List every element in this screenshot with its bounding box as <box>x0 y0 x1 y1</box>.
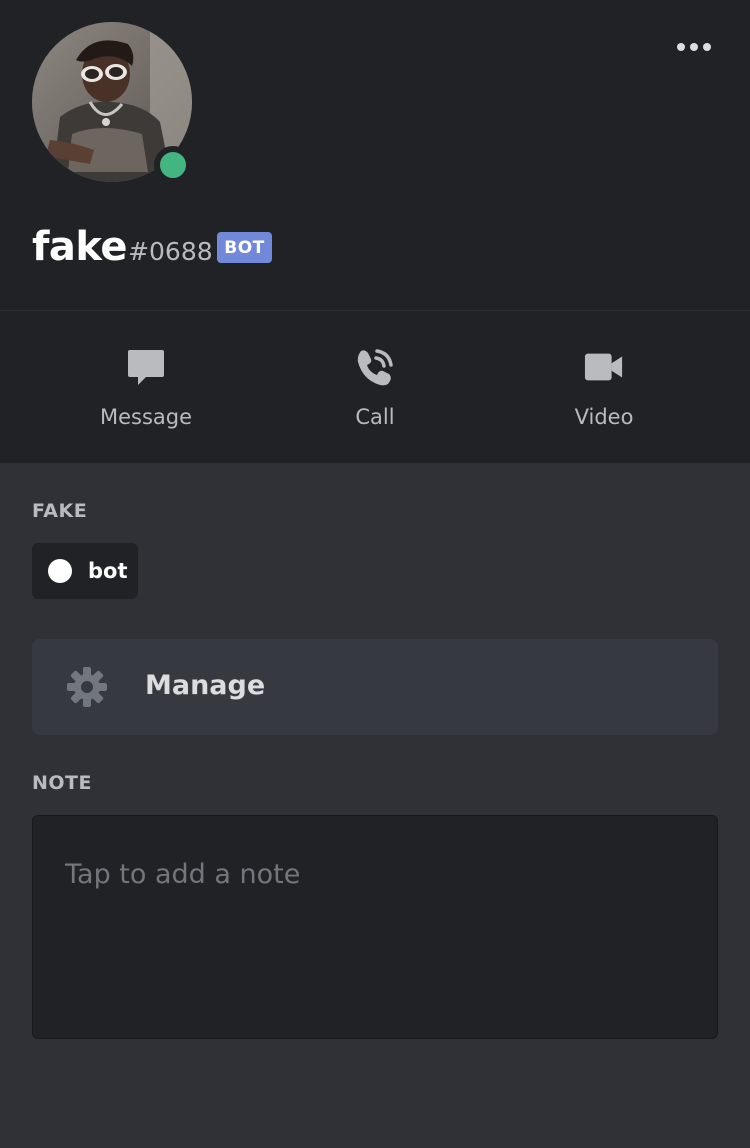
gear-icon <box>66 666 108 708</box>
message-label: Message <box>99 405 193 429</box>
role-pill[interactable]: bot <box>32 543 138 599</box>
call-button[interactable]: Call <box>275 311 475 464</box>
roles-section-title: FAKE <box>32 500 88 522</box>
video-label: Video <box>574 405 634 429</box>
role-color-dot <box>48 559 72 583</box>
chat-bubble-icon <box>126 347 166 387</box>
message-button[interactable]: Message <box>46 311 246 464</box>
call-label: Call <box>355 405 395 429</box>
bot-badge: BOT <box>217 232 272 263</box>
note-section-title: NOTE <box>32 772 92 794</box>
phone-call-icon <box>355 347 395 387</box>
video-button[interactable]: Video <box>504 311 704 464</box>
video-camera-icon <box>584 347 624 387</box>
manage-button[interactable]: Manage <box>32 639 718 735</box>
discriminator: #0688 <box>128 237 213 266</box>
more-dots-icon <box>677 43 711 51</box>
role-name: bot <box>88 559 128 583</box>
online-status-indicator <box>154 146 192 184</box>
username: fake <box>32 224 128 270</box>
note-input[interactable]: Tap to add a note <box>32 815 718 1039</box>
profile-actions: Message Call Video <box>0 310 750 463</box>
more-options-button[interactable] <box>668 30 720 64</box>
note-placeholder: Tap to add a note <box>65 859 301 890</box>
username-row: fake #0688 <box>32 224 213 274</box>
manage-label: Manage <box>145 670 266 701</box>
profile-header: fake #0688 BOT <box>0 0 750 310</box>
avatar-container[interactable] <box>32 22 192 184</box>
